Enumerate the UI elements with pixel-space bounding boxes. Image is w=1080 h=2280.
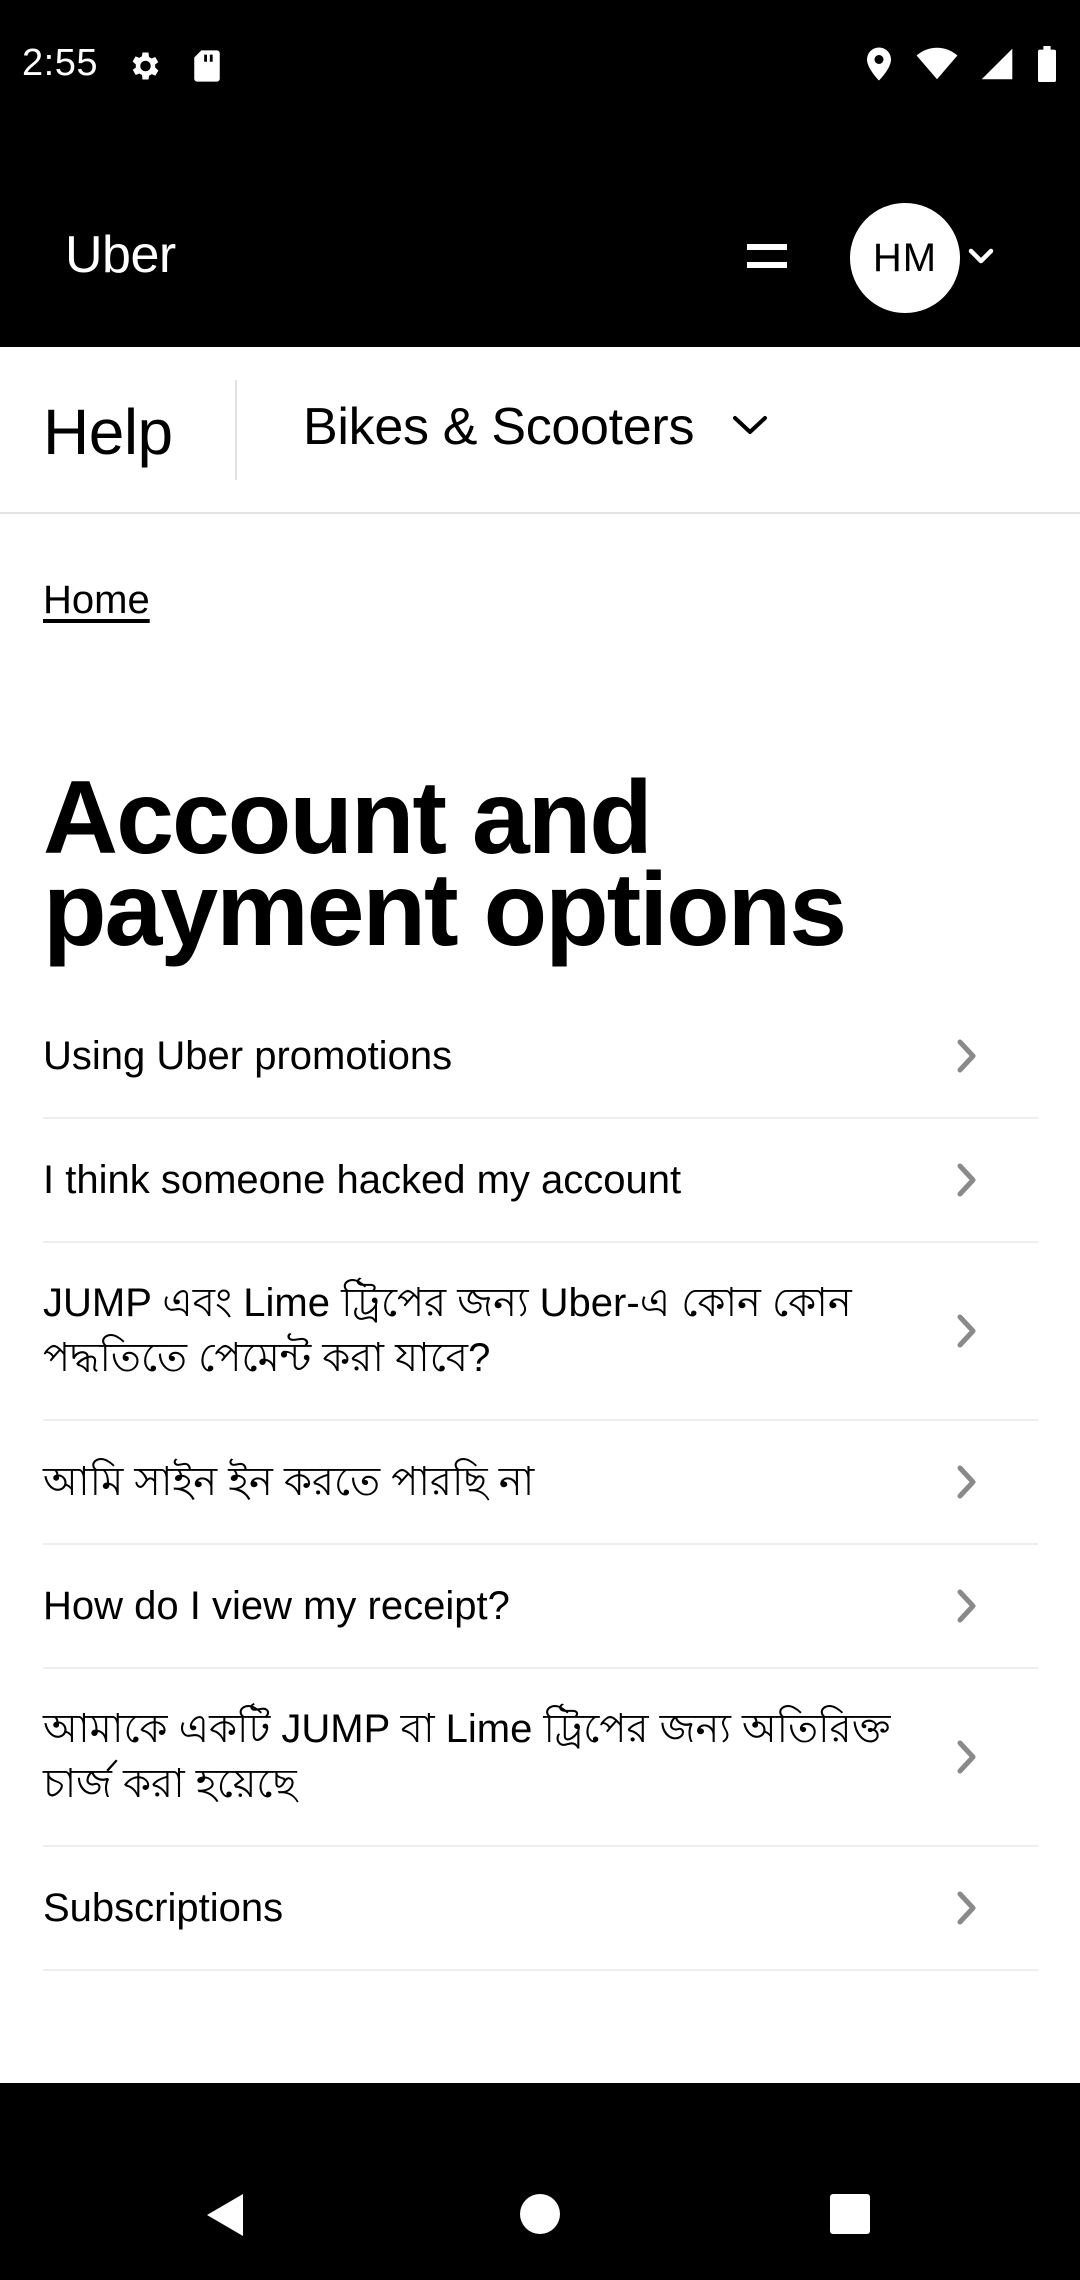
breadcrumb-home-link[interactable]: Home	[43, 578, 150, 623]
topic-label: How do I view my receipt?	[43, 1583, 510, 1628]
topic-label: আমাকে একটি JUMP বা Lime ট্রিপের জন্য অতি…	[43, 1707, 891, 1806]
account-menu[interactable]: HM	[850, 203, 994, 313]
category-label: Bikes & Scooters	[303, 398, 695, 456]
home-icon[interactable]	[519, 2193, 561, 2240]
avatar[interactable]: HM	[850, 203, 960, 313]
topic-label: I think someone hacked my account	[43, 1157, 682, 1202]
uber-logo[interactable]: Uber	[65, 225, 176, 285]
category-dropdown[interactable]: Bikes & Scooters	[303, 397, 768, 457]
chevron-down-icon	[732, 414, 768, 441]
chevron-right-icon	[957, 1039, 976, 1073]
location-icon	[864, 46, 894, 87]
topic-item-using-uber-promotions[interactable]: Using Uber promotions	[43, 995, 1038, 1119]
menu-icon	[747, 242, 787, 275]
chevron-right-icon	[957, 1740, 976, 1774]
app-header: Uber HM	[0, 135, 1080, 347]
page-title: Account and payment options	[43, 760, 847, 968]
chevron-right-icon	[957, 1314, 976, 1348]
help-nav: Help Bikes & Scooters	[0, 347, 1080, 514]
chevron-right-icon	[957, 1589, 976, 1623]
topic-label: Subscriptions	[43, 1885, 284, 1930]
menu-button[interactable]	[736, 233, 798, 283]
help-title[interactable]: Help	[43, 395, 173, 469]
status-bar: 2:55	[0, 0, 1080, 135]
gear-icon	[126, 48, 162, 89]
recents-icon[interactable]	[829, 2193, 871, 2240]
wifi-icon	[916, 47, 958, 86]
battery-icon	[1036, 46, 1058, 87]
topic-label: JUMP এবং Lime ট্রিপের জন্য Uber-এ কোন কো…	[43, 1281, 852, 1380]
nav-divider	[235, 380, 237, 480]
chevron-down-icon	[968, 247, 994, 270]
topic-item-cannot-sign-in[interactable]: আমি সাইন ইন করতে পারছি না	[43, 1421, 1038, 1545]
topic-list: Using Uber promotions I think someone ha…	[43, 995, 1038, 1971]
navigation-bar	[0, 2083, 1080, 2280]
chevron-right-icon	[957, 1891, 976, 1925]
back-icon[interactable]	[205, 2192, 245, 2243]
chevron-right-icon	[957, 1465, 976, 1499]
topic-label: Using Uber promotions	[43, 1033, 453, 1078]
avatar-initials: HM	[872, 235, 938, 280]
status-time: 2:55	[22, 42, 98, 84]
signal-icon	[980, 47, 1014, 86]
topic-item-subscriptions[interactable]: Subscriptions	[43, 1847, 1038, 1971]
topic-item-view-receipt[interactable]: How do I view my receipt?	[43, 1545, 1038, 1669]
topic-item-overcharged-trip[interactable]: আমাকে একটি JUMP বা Lime ট্রিপের জন্য অতি…	[43, 1669, 1038, 1847]
sd-card-icon	[192, 49, 222, 88]
topic-label: আমি সাইন ইন করতে পারছি না	[43, 1459, 535, 1504]
topic-item-payment-methods[interactable]: JUMP এবং Lime ট্রিপের জন্য Uber-এ কোন কো…	[43, 1243, 1038, 1421]
topic-item-hacked-account[interactable]: I think someone hacked my account	[43, 1119, 1038, 1243]
chevron-right-icon	[957, 1163, 976, 1197]
